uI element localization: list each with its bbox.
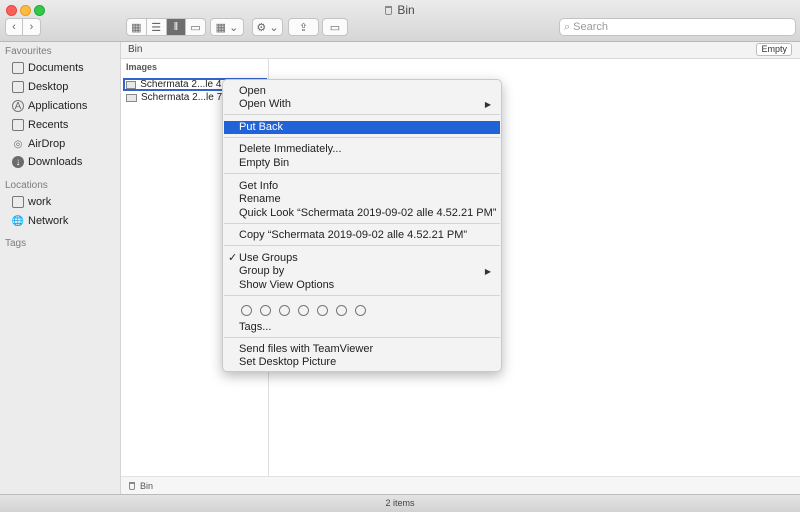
tag-icon: ▭ [329, 21, 341, 34]
menu-item-get-info[interactable]: Get Info [224, 180, 500, 193]
menu-item-set-desktop-picture[interactable]: Set Desktop Picture [224, 356, 500, 369]
status-bar: 2 items [0, 494, 800, 512]
search-icon: ⌕ [564, 20, 571, 33]
menu-item-group-by[interactable]: Group by ▶ [224, 265, 500, 278]
action-button[interactable]: ⚙ ⌄ [252, 18, 283, 36]
bottom-path-label[interactable]: Bin [140, 481, 153, 491]
share-icon: ⇪ [298, 21, 309, 34]
gear-icon: ⚙ ⌄ [256, 21, 279, 34]
globe-icon: 🌐 [11, 215, 25, 227]
tag-purple-circle-icon[interactable] [336, 305, 347, 316]
chevron-left-icon: ‹ [12, 21, 16, 33]
submenu-arrow-icon: ▶ [484, 267, 491, 276]
sidebar-item-work[interactable]: work [12, 193, 51, 211]
window-title: Bin [0, 3, 800, 17]
back-button[interactable]: ‹ [5, 18, 23, 36]
menu-item-open-with[interactable]: Open With ▶ [224, 98, 500, 111]
sidebar-item-documents[interactable]: Documents [12, 59, 84, 77]
menu-item-use-groups[interactable]: ✓ Use Groups [224, 252, 500, 265]
disk-icon [12, 196, 24, 208]
menu-separator [224, 223, 500, 224]
item-count: 2 items [385, 498, 415, 508]
menu-item-rename[interactable]: Rename [224, 193, 500, 206]
search-placeholder: Search [573, 21, 609, 33]
desktop-icon [12, 81, 24, 93]
menu-item-put-back[interactable]: Put Back [224, 121, 500, 134]
empty-bin-button[interactable]: Empty [756, 43, 792, 56]
sidebar-item-applications[interactable]: A Applications [12, 97, 87, 115]
window-toolbar: Bin ‹ › ▦ ☰ ‖ ▭ ▦ ⌄ ⚙ ⌄ ⇪ ▭ ⌕ Search [0, 0, 800, 42]
tag-red-circle-icon[interactable] [241, 305, 252, 316]
bin-icon [129, 481, 135, 490]
checkmark-icon: ✓ [228, 252, 238, 264]
sidebar-header-locations: Locations [5, 180, 48, 191]
image-file-icon [126, 93, 137, 102]
menu-item-open[interactable]: Open [224, 85, 500, 98]
group-by-button[interactable]: ▦ ⌄ [210, 18, 244, 36]
column-header: Images [126, 62, 158, 72]
menu-separator [224, 337, 500, 338]
menu-separator [224, 137, 500, 138]
gallery-view-button[interactable]: ▭ [186, 19, 205, 35]
search-field[interactable]: ⌕ Search [559, 18, 796, 36]
share-button[interactable]: ⇪ [288, 18, 319, 36]
bottom-path-bar: Bin [121, 476, 800, 494]
menu-item-copy[interactable]: Copy “Schermata 2019-09-02 alle 4.52.21 … [224, 229, 500, 242]
applications-icon: A [12, 100, 24, 112]
menu-item-send-teamviewer[interactable]: Send files with TeamViewer [224, 343, 500, 356]
tag-green-circle-icon[interactable] [298, 305, 309, 316]
menu-separator [224, 295, 500, 296]
sidebar-item-airdrop[interactable]: ◎ AirDrop [12, 135, 66, 153]
menu-item-delete-immediately[interactable]: Delete Immediately... [224, 143, 500, 156]
menu-separator [224, 173, 500, 174]
path-header: Bin Empty [121, 42, 800, 59]
menu-item-tags[interactable]: Tags... [224, 321, 500, 334]
menu-item-quick-look[interactable]: Quick Look “Schermata 2019-09-02 alle 4.… [224, 207, 500, 220]
tag-color-picker [241, 305, 374, 316]
sidebar-header-favourites: Favourites [5, 46, 52, 57]
tag-yellow-circle-icon[interactable] [279, 305, 290, 316]
bin-icon [385, 6, 393, 15]
sidebar-item-recents[interactable]: Recents [12, 116, 68, 134]
forward-button[interactable]: › [23, 18, 41, 36]
image-file-icon [126, 80, 137, 89]
context-menu: Open Open With ▶ Put Back Delete Immediat… [222, 79, 502, 372]
folder-title: Bin [128, 44, 143, 55]
menu-separator [224, 114, 500, 115]
tag-blue-circle-icon[interactable] [317, 305, 328, 316]
tag-gray-circle-icon[interactable] [355, 305, 366, 316]
list-view-button[interactable]: ☰ [147, 19, 167, 35]
sidebar: Favourites Documents Desktop A Applicatio… [0, 42, 121, 494]
menu-item-show-view-options[interactable]: Show View Options [224, 279, 500, 292]
sidebar-header-tags: Tags [5, 238, 27, 249]
sidebar-item-downloads[interactable]: ↓ Downloads [12, 153, 82, 171]
downloads-icon: ↓ [12, 156, 24, 168]
recents-icon [12, 119, 24, 131]
airdrop-icon: ◎ [13, 138, 23, 150]
document-icon [12, 62, 24, 74]
view-mode-control: ▦ ☰ ‖ ▭ [126, 18, 206, 36]
sidebar-item-network[interactable]: 🌐 Network [11, 212, 69, 230]
tags-button[interactable]: ▭ [322, 18, 348, 36]
grid-icon: ▦ ⌄ [215, 21, 239, 34]
menu-item-empty-bin[interactable]: Empty Bin [224, 157, 500, 170]
sidebar-item-desktop[interactable]: Desktop [12, 78, 68, 96]
icon-view-button[interactable]: ▦ [127, 19, 147, 35]
chevron-right-icon: › [29, 21, 34, 33]
menu-separator [224, 245, 500, 246]
submenu-arrow-icon: ▶ [484, 100, 491, 109]
tag-orange-circle-icon[interactable] [260, 305, 271, 316]
column-view-button[interactable]: ‖ [166, 19, 187, 35]
